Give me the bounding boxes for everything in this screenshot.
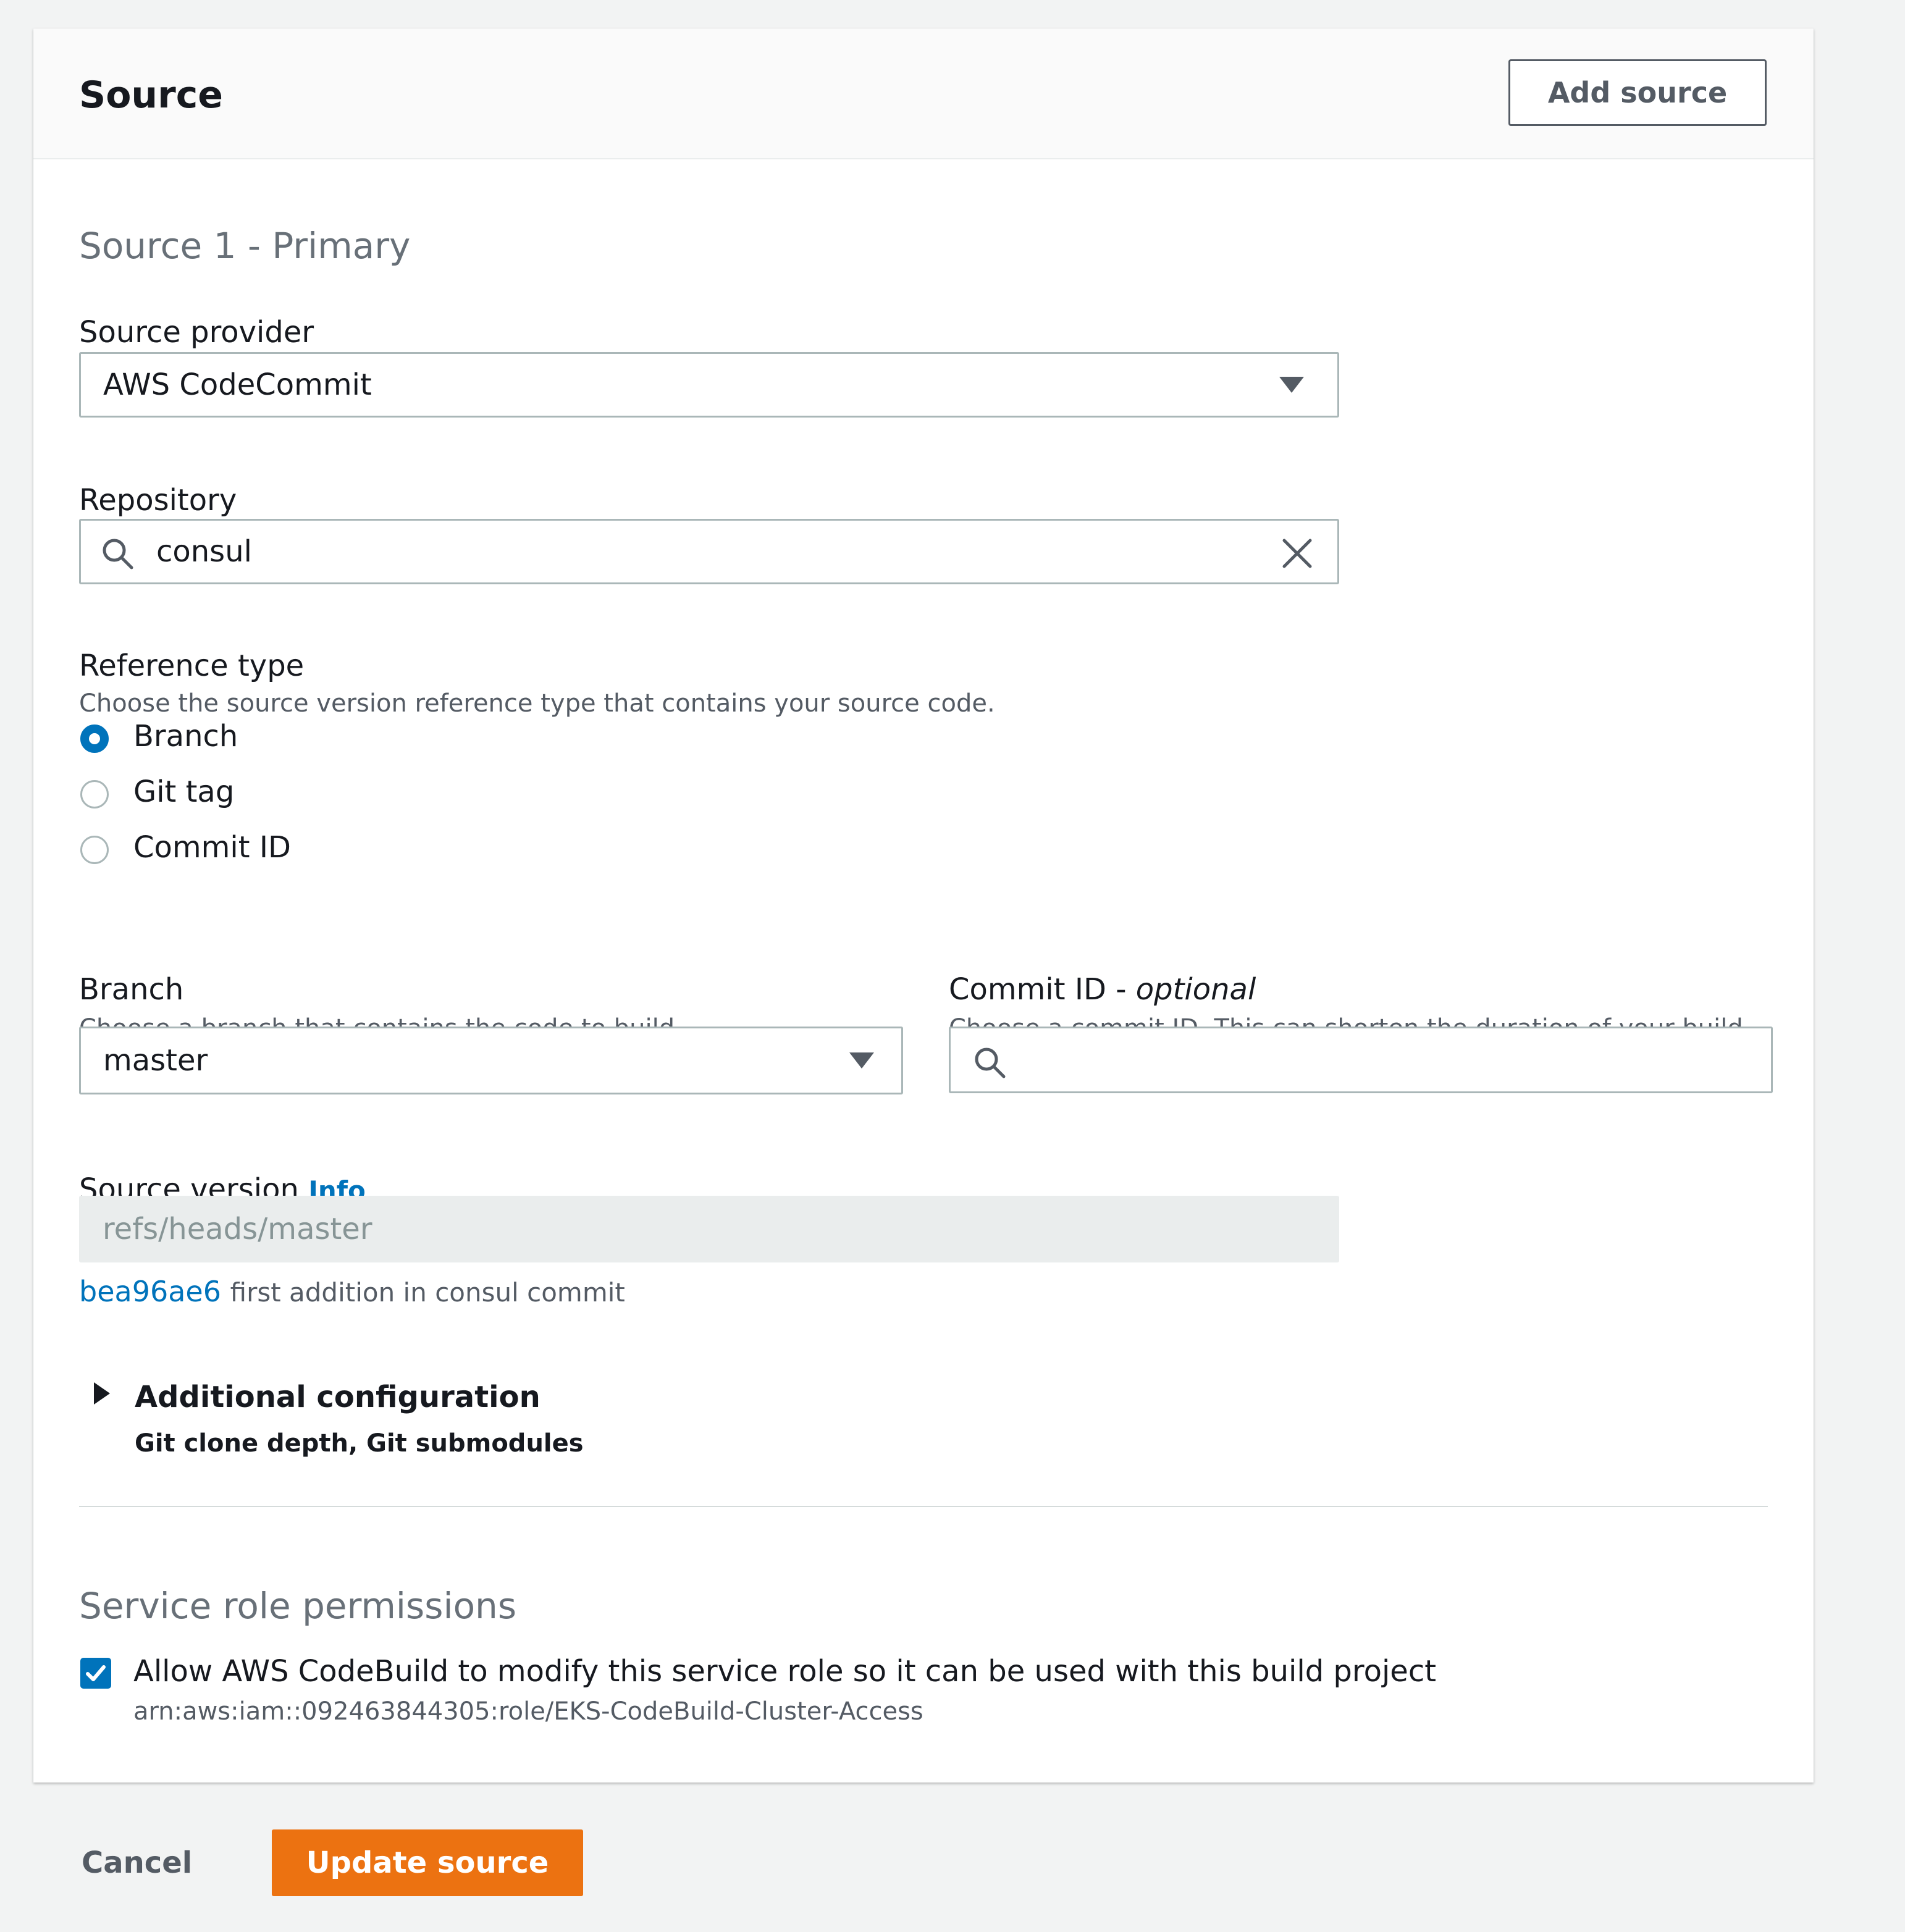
- cancel-button[interactable]: Cancel: [82, 1846, 192, 1880]
- reference-type-description: Choose the source version reference type…: [79, 689, 995, 718]
- source-panel: Source Add source Source 1 - Primary Sou…: [33, 28, 1814, 1783]
- branch-label: Branch: [79, 972, 184, 1007]
- role-arn: arn:aws:iam::092463844305:role/EKS-CodeB…: [133, 1697, 923, 1726]
- additional-configuration-subtitle: Git clone depth, Git submodules: [135, 1429, 584, 1458]
- search-icon: [99, 536, 135, 574]
- panel-header: Source Add source: [33, 28, 1814, 159]
- additional-configuration-title[interactable]: Additional configuration: [135, 1380, 540, 1414]
- commit-summary: bea96ae6 first addition in consul commit: [79, 1275, 625, 1308]
- update-source-button[interactable]: Update source: [272, 1829, 583, 1896]
- caret-down-icon: [849, 1052, 874, 1069]
- radio-git-tag-label[interactable]: Git tag: [133, 775, 234, 809]
- allow-modify-role-label[interactable]: Allow AWS CodeBuild to modify this servi…: [133, 1654, 1436, 1689]
- radio-commit-id-label[interactable]: Commit ID: [133, 830, 291, 865]
- commit-id-label: Commit ID - optional: [949, 972, 1256, 1007]
- branch-value: master: [103, 1043, 208, 1078]
- reference-type-label: Reference type: [79, 649, 305, 683]
- caret-right-icon: [94, 1382, 110, 1405]
- clear-icon[interactable]: [1281, 537, 1314, 573]
- source-provider-label: Source provider: [79, 315, 314, 350]
- commit-id-search-input[interactable]: [949, 1027, 1773, 1093]
- repository-value: consul: [156, 534, 252, 569]
- commit-hash-link[interactable]: bea96ae6: [79, 1275, 221, 1308]
- source-provider-value: AWS CodeCommit: [103, 368, 372, 402]
- checkmark-icon: [86, 1665, 106, 1681]
- branch-select[interactable]: master: [79, 1027, 903, 1094]
- source-version-value: refs/heads/master: [103, 1212, 372, 1246]
- section-divider: [79, 1506, 1768, 1507]
- radio-commit-id[interactable]: [80, 836, 109, 864]
- repository-label: Repository: [79, 483, 237, 518]
- add-source-button[interactable]: Add source: [1508, 59, 1767, 126]
- radio-branch[interactable]: [80, 724, 109, 753]
- repository-search-input[interactable]: consul: [79, 519, 1339, 584]
- commit-id-label-text: Commit ID -: [949, 972, 1136, 1007]
- caret-down-icon: [1279, 377, 1304, 393]
- primary-source-heading: Source 1 - Primary: [79, 225, 411, 267]
- radio-git-tag[interactable]: [80, 780, 109, 808]
- optional-tag: optional: [1135, 972, 1256, 1007]
- source-version-field: refs/heads/master: [79, 1196, 1339, 1262]
- panel-title: Source: [79, 74, 223, 117]
- search-icon: [972, 1044, 1007, 1083]
- radio-branch-label[interactable]: Branch: [133, 719, 238, 754]
- commit-message: first addition in consul commit: [230, 1277, 625, 1308]
- source-provider-select[interactable]: AWS CodeCommit: [79, 352, 1339, 418]
- service-role-heading: Service role permissions: [79, 1585, 517, 1627]
- allow-modify-role-checkbox[interactable]: [80, 1658, 111, 1689]
